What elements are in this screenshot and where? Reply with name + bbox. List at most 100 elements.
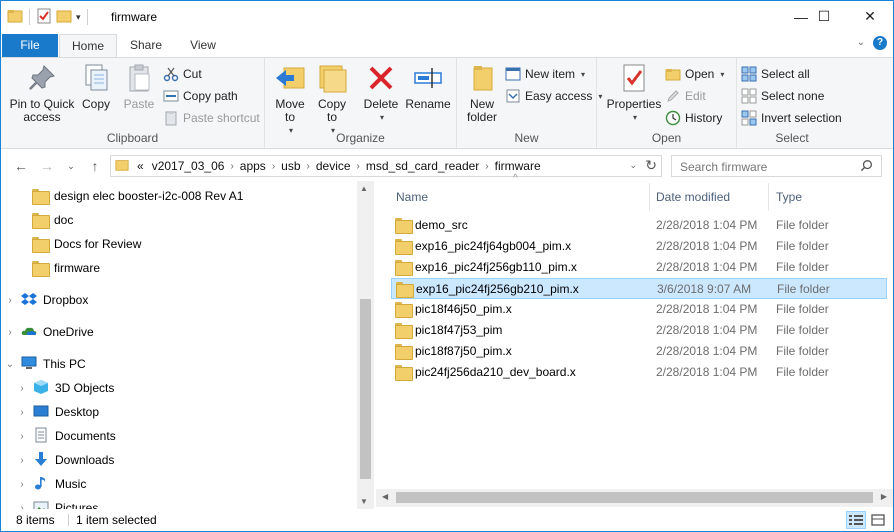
new-folder-button[interactable]: New folder [461,62,503,124]
new-item-button[interactable]: New item ▾ [505,64,585,84]
breadcrumb-chevron-icon[interactable]: › [307,161,310,172]
help-icon[interactable]: ? [873,36,887,50]
properties-button[interactable]: Properties ▾ [605,62,663,124]
back-button[interactable]: ← [11,156,31,176]
customize-toolbar-icon[interactable]: ▾ [76,12,81,23]
search-input[interactable]: Search firmware [671,155,882,177]
new-folder-icon[interactable] [56,8,72,27]
nav-item-pictures[interactable]: › Pictures [17,497,98,509]
nav-item-music[interactable]: › Music [17,473,86,495]
nav-item-3d-objects[interactable]: › 3D Objects [17,377,114,399]
nav-item-dropbox[interactable]: › Dropbox [5,289,88,311]
breadcrumb-chevron-icon[interactable]: › [230,161,233,172]
expand-chevron-icon[interactable]: › [17,383,27,394]
breadcrumb-item[interactable]: apps [240,159,266,173]
properties-checkmark-icon[interactable] [36,8,52,27]
move-to-button[interactable]: Move to ▾ [271,62,309,137]
file-row[interactable]: pic18f47j53_pim 2/28/2018 1:04 PM File f… [391,320,887,341]
file-row[interactable]: exp16_pic24fj256gb110_pim.x 2/28/2018 1:… [391,257,887,278]
edit-button[interactable]: Edit [665,86,706,106]
nav-item-doc[interactable]: doc [16,209,73,231]
edit-label: Edit [685,89,706,103]
scroll-down-icon[interactable]: ▼ [360,497,368,506]
nav-item-label: firmware [54,261,101,275]
collapse-chevron-icon[interactable]: ⌄ [5,359,15,370]
maximize-button[interactable]: ☐ [801,1,847,32]
breadcrumb-chevron-icon[interactable]: › [357,161,360,172]
expand-chevron-icon[interactable]: › [5,295,15,306]
scroll-right-icon[interactable]: ▶ [881,492,887,501]
breadcrumb-item[interactable]: device [316,159,351,173]
expand-chevron-icon[interactable]: › [17,479,27,490]
copy-label: Copy [81,97,110,111]
file-row[interactable]: demo_src 2/28/2018 1:04 PM File folder [391,215,887,236]
breadcrumb-item[interactable]: msd_sd_card_reader [366,159,479,173]
expand-chevron-icon[interactable]: › [17,407,27,418]
expand-ribbon-icon[interactable]: ⌄ [857,37,865,48]
pin-to-quick-access-button[interactable]: Pin to Quick access [7,62,77,124]
invert-selection-button[interactable]: Invert selection [741,108,842,128]
file-row[interactable]: pic18f46j50_pim.x 2/28/2018 1:04 PM File… [391,299,887,320]
details-view-button[interactable] [846,511,866,529]
scrollbar-thumb[interactable] [360,299,371,479]
recent-locations-button[interactable]: ⌄ [61,156,81,176]
expand-chevron-icon[interactable]: › [5,327,15,338]
nav-item-firmware[interactable]: firmware [16,257,100,279]
up-button[interactable]: ↑ [85,156,105,176]
breadcrumb-item[interactable]: usb [281,159,300,173]
column-header-type[interactable]: Type [776,181,802,213]
scroll-up-icon[interactable]: ▲ [360,184,368,193]
column-divider[interactable] [768,183,769,211]
open-button[interactable]: Open ▾ [665,64,724,84]
column-divider[interactable] [649,183,650,211]
address-dropdown-icon[interactable]: ⌄ [629,160,637,171]
breadcrumb-item[interactable]: firmware [495,159,541,173]
delete-button[interactable]: Delete ▾ [361,62,401,124]
close-button[interactable]: ✕ [847,1,893,32]
column-header-date[interactable]: Date modified [656,181,730,213]
history-button[interactable]: History [665,108,722,128]
breadcrumb-item[interactable]: v2017_03_06 [152,159,225,173]
copy-path-button[interactable]: Copy path [163,86,238,106]
expand-chevron-icon[interactable]: › [17,431,27,442]
nav-item-this-pc[interactable]: ⌄ This PC [5,353,86,375]
copy-to-button[interactable]: Copy to ▾ [313,62,351,137]
file-list-horizontal-scrollbar[interactable]: ◀ ▶ [376,489,893,507]
refresh-icon[interactable]: ↻ [645,157,657,174]
scrollbar-thumb[interactable] [396,492,873,503]
nav-item-desktop[interactable]: › Desktop [17,401,99,423]
select-none-button[interactable]: Select none [741,86,824,106]
folder-icon [395,302,413,318]
column-header-name[interactable]: Name [396,181,428,213]
file-row[interactable]: exp16_pic24fj64gb004_pim.x 2/28/2018 1:0… [391,236,887,257]
nav-item-documents[interactable]: › Documents [17,425,116,447]
tab-file[interactable]: File [2,34,58,57]
easy-access-button[interactable]: Easy access ▾ [505,86,602,106]
forward-button[interactable]: → [37,156,57,176]
breadcrumb-chevron-icon[interactable]: › [485,161,488,172]
tab-view[interactable]: View [175,34,231,57]
file-row[interactable]: pic24fj256da210_dev_board.x 2/28/2018 1:… [391,362,887,383]
rename-button[interactable]: Rename [405,62,451,111]
paste-shortcut-button[interactable]: Paste shortcut [163,108,260,128]
tab-share[interactable]: Share [117,34,175,57]
breadcrumb-chevron-icon[interactable]: › [272,161,275,172]
address-bar[interactable]: « v2017_03_06 › apps › usb › device › ms… [110,155,662,177]
expand-chevron-icon[interactable]: › [17,455,27,466]
scroll-left-icon[interactable]: ◀ [382,492,388,501]
new-folder-label: New folder [466,97,498,124]
nav-item-onedrive[interactable]: › OneDrive [5,321,93,343]
large-icons-view-button[interactable] [868,511,888,529]
select-all-button[interactable]: Select all [741,64,810,84]
copy-button[interactable]: Copy [79,62,113,111]
nav-pane-scrollbar[interactable]: ▲ ▼ [357,181,374,509]
nav-item-downloads[interactable]: › Downloads [17,449,114,471]
file-row[interactable]: pic18f87j50_pim.x 2/28/2018 1:04 PM File… [391,341,887,362]
paste-button[interactable]: Paste [119,62,159,111]
cut-button[interactable]: Cut [163,64,202,84]
file-row-selected[interactable]: exp16_pic24fj256gb210_pim.x 3/6/2018 9:0… [391,278,887,299]
breadcrumb-overflow[interactable]: « [137,159,144,173]
tab-home[interactable]: Home [59,34,117,57]
nav-item-docs-for-review[interactable]: Docs for Review [16,233,141,255]
nav-item-design-elec[interactable]: design elec booster-i2c-008 Rev A1 [16,185,243,207]
